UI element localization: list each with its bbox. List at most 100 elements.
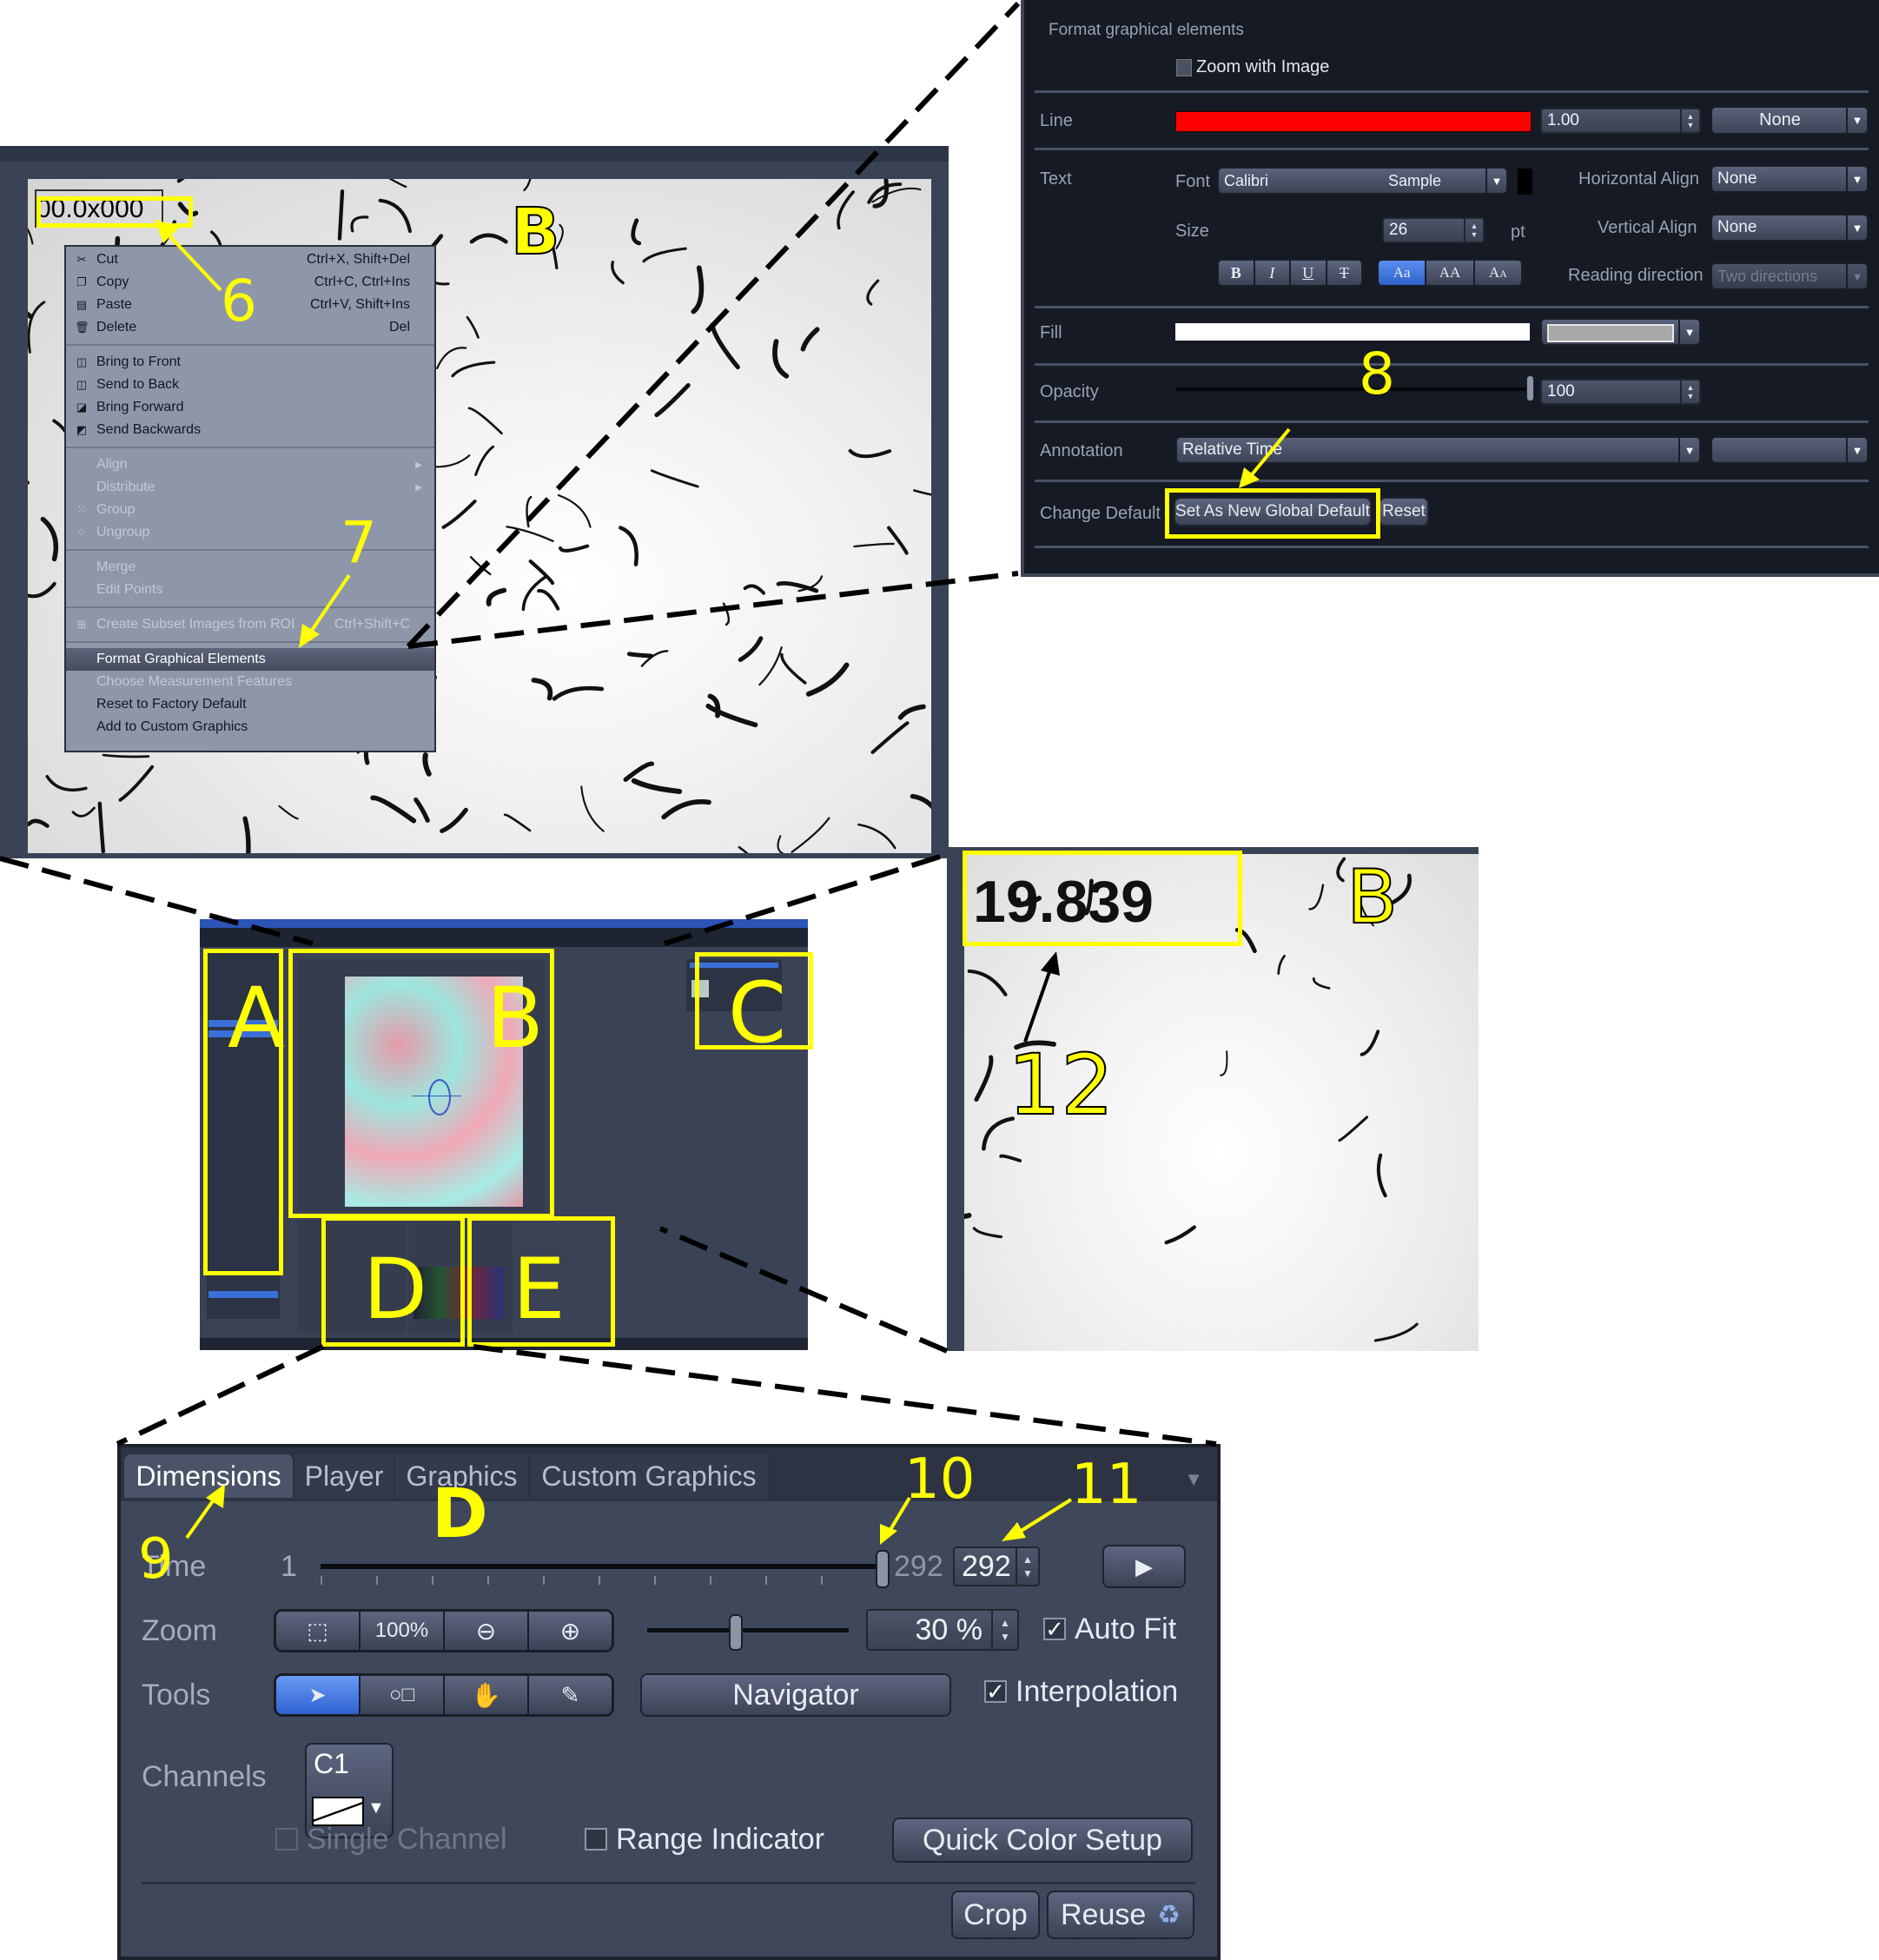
pan-tool-button[interactable]: ✋: [445, 1676, 529, 1714]
auto-fit-checkbox[interactable]: ✓: [1043, 1618, 1066, 1640]
zoom-out-button[interactable]: ⊖: [445, 1612, 529, 1650]
chevron-down-icon: ▼: [1846, 264, 1867, 288]
font-color-swatch[interactable]: [1518, 169, 1532, 195]
interpolation-checkbox[interactable]: ✓: [984, 1680, 1007, 1703]
strikethrough-button[interactable]: T: [1327, 261, 1361, 285]
time-slider-track[interactable]: [321, 1564, 881, 1569]
eyedropper-tool-button[interactable]: ✎: [529, 1676, 612, 1714]
menu-item-send-to-back[interactable]: ◫ Send to Back: [66, 374, 434, 396]
opacity-slider-track[interactable]: [1175, 387, 1528, 391]
text-case-button-group: Aa AA Aa: [1377, 259, 1523, 287]
sentence-case-button[interactable]: Aa: [1379, 261, 1427, 285]
bold-button[interactable]: B: [1219, 261, 1255, 285]
fill-color-swatch[interactable]: [1175, 323, 1530, 341]
line-color-swatch[interactable]: [1175, 111, 1532, 132]
opacity-input[interactable]: 100 ▲ ▼: [1540, 379, 1701, 405]
opacity-slider-thumb[interactable]: [1526, 375, 1534, 401]
small-caps-button[interactable]: Aa: [1474, 261, 1521, 285]
annotation-secondary-dropdown[interactable]: ▼: [1710, 436, 1869, 464]
menu-separator: [66, 606, 434, 608]
menu-item-label: Bring to Front: [96, 354, 181, 369]
menu-item-align[interactable]: Align ▶: [66, 454, 434, 476]
font-dropdown[interactable]: Calibri Sample ▼: [1217, 167, 1508, 195]
single-channel-checkbox[interactable]: [275, 1828, 298, 1851]
worm: [1376, 1153, 1387, 1198]
zoom-fit-button[interactable]: ⬚: [276, 1612, 361, 1650]
line-width-input[interactable]: 1.00 ▲ ▼: [1540, 108, 1701, 134]
graphics-tool-button[interactable]: ○□: [361, 1676, 445, 1714]
italic-button[interactable]: I: [1254, 261, 1291, 285]
menu-item-send-backwards[interactable]: ◩ Send Backwards: [66, 419, 434, 441]
format-graphical-elements-panel: Format graphical elements Zoom with Imag…: [1021, 0, 1879, 577]
horizontal-align-dropdown[interactable]: None ▼: [1710, 165, 1869, 193]
chevron-down-icon: ▼: [367, 1798, 385, 1818]
menu-item-add-to-custom-graphics[interactable]: Add to Custom Graphics: [66, 716, 434, 738]
callout-arrow-9: [185, 1484, 225, 1540]
menu-item-format-graphical-elements[interactable]: Format Graphical Elements: [66, 648, 434, 671]
worm: [118, 765, 155, 802]
play-button[interactable]: ▶: [1102, 1545, 1186, 1588]
quick-color-setup-button[interactable]: Quick Color Setup: [892, 1818, 1193, 1863]
annotation-label: Annotation: [1040, 441, 1123, 460]
zoom-slider-track[interactable]: [647, 1628, 849, 1632]
tab-player[interactable]: Player: [294, 1454, 395, 1498]
time-spinner[interactable]: ▲ ▼: [1016, 1548, 1038, 1585]
time-slider-thumb[interactable]: [876, 1550, 890, 1588]
opacity-label: Opacity: [1040, 382, 1099, 401]
menu-item-distribute[interactable]: Distribute ▶: [66, 476, 434, 499]
underline-button[interactable]: U: [1291, 261, 1327, 285]
line-width-spinner[interactable]: ▲ ▼: [1680, 109, 1699, 132]
reset-button[interactable]: Reset: [1379, 497, 1429, 526]
tab-custom-graphics[interactable]: Custom Graphics: [530, 1454, 770, 1498]
zoom-100-button[interactable]: 100%: [361, 1612, 445, 1650]
worm: [964, 1213, 972, 1219]
eyedropper-icon: ✎: [560, 1681, 580, 1708]
time-slider-ticks: [321, 1576, 881, 1588]
connector-line: [473, 1344, 1217, 1447]
uppercase-button[interactable]: AA: [1426, 261, 1475, 285]
time-value-input[interactable]: 292 ▲ ▼: [953, 1546, 1040, 1586]
fill-secondary-color-dropdown[interactable]: ▼: [1540, 318, 1701, 346]
menu-item-edit-points[interactable]: Edit Points: [66, 579, 434, 601]
worm: [503, 813, 532, 832]
zoom-in-button[interactable]: ⊕: [529, 1612, 612, 1650]
reading-direction-dropdown[interactable]: Two directions ▼: [1710, 262, 1869, 290]
menu-item-bring-to-front[interactable]: ◫ Bring to Front: [66, 351, 434, 374]
menu-item-group[interactable]: ⁙ Group: [66, 499, 434, 521]
menu-item-merge[interactable]: Merge: [66, 556, 434, 579]
opacity-spinner[interactable]: ▲ ▼: [1680, 381, 1699, 403]
font-size-input[interactable]: 26 ▲ ▼: [1382, 217, 1485, 243]
trash-icon: 🗑: [75, 321, 89, 334]
panel-menu-chevron-icon[interactable]: ▼: [1184, 1468, 1203, 1491]
worm: [1360, 1030, 1380, 1056]
crop-button[interactable]: Crop: [951, 1890, 1040, 1939]
slider-tick: [710, 1576, 711, 1585]
worm: [422, 752, 432, 777]
worm: [866, 279, 880, 306]
worm: [1336, 857, 1346, 883]
select-tool-button[interactable]: ➤: [276, 1676, 361, 1714]
menu-item-bring-forward[interactable]: ◪ Bring Forward: [66, 396, 434, 419]
worm: [350, 215, 369, 233]
menu-item-ungroup[interactable]: ⁘ Ungroup: [66, 521, 434, 544]
chevron-down-icon: ▼: [1678, 438, 1699, 462]
fill-secondary-swatch: [1547, 324, 1674, 342]
zoom-with-image-checkbox[interactable]: [1176, 59, 1192, 76]
menu-item-create-subset-images-from-roi[interactable]: ⊞ Create Subset Images from ROI Ctrl+Shift…: [66, 613, 434, 636]
font-size-spinner[interactable]: ▲ ▼: [1464, 219, 1483, 242]
range-indicator-checkbox[interactable]: [585, 1828, 607, 1851]
worm: [913, 489, 931, 496]
navigator-button[interactable]: Navigator: [640, 1673, 951, 1717]
menu-item-choose-measurement-features[interactable]: Choose Measurement Features: [66, 671, 434, 693]
zoom-value-input[interactable]: 30 % ▲ ▼: [866, 1609, 1019, 1651]
callout-number-11: 11: [1071, 1453, 1142, 1517]
zoom-slider-thumb[interactable]: [728, 1614, 743, 1651]
reuse-button[interactable]: Reuse ♻: [1047, 1890, 1194, 1939]
zoom-spinner[interactable]: ▲ ▼: [991, 1611, 1017, 1649]
worm: [370, 795, 417, 824]
worm: [772, 339, 790, 379]
panel-title: Format graphical elements: [1049, 21, 1244, 39]
line-style-dropdown[interactable]: None ▼: [1710, 106, 1869, 135]
vertical-align-dropdown[interactable]: None ▼: [1710, 214, 1869, 242]
menu-item-reset-to-factory-default[interactable]: Reset to Factory Default: [66, 693, 434, 716]
